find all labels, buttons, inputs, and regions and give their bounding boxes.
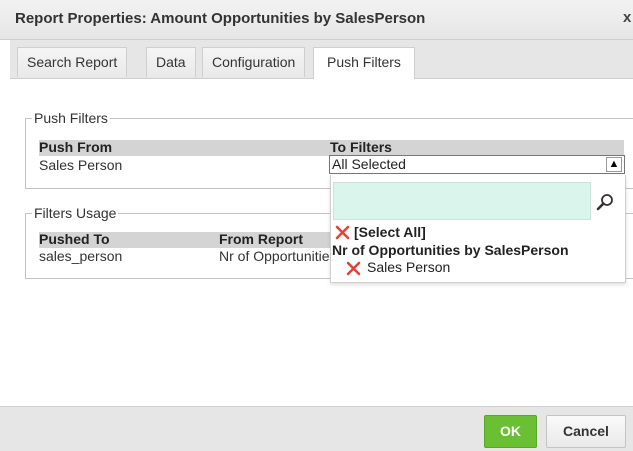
dialog-titlebar: Report Properties: Amount Opportunities … [0, 0, 633, 40]
push-filters-legend: Push Filters [32, 110, 110, 126]
deselect-x-icon[interactable] [346, 261, 361, 276]
filters-usage-header-row: Pushed To From Report [39, 231, 331, 248]
push-filters-header-row: Push From To Filters [39, 139, 624, 156]
tab-push-filters[interactable]: Push Filters [313, 47, 415, 79]
select-all-option[interactable]: [Select All] [354, 224, 426, 240]
search-icon[interactable] [594, 192, 616, 214]
ok-button[interactable]: OK [484, 415, 537, 448]
header-to-filters: To Filters [330, 139, 392, 155]
tab-configuration[interactable]: Configuration [202, 47, 306, 77]
report-properties-dialog: Report Properties: Amount Opportunities … [0, 0, 633, 451]
triangle-up-icon[interactable]: ▲ [606, 157, 622, 172]
filter-search-input[interactable] [333, 182, 591, 220]
dialog-footer: OK Cancel [0, 406, 633, 451]
header-pushed-to: Pushed To [39, 231, 110, 247]
sales-person-option[interactable]: Sales Person [367, 259, 450, 275]
tab-data[interactable]: Data [146, 47, 196, 77]
tab-strip: Search Report Data Configuration Push Fi… [10, 40, 633, 79]
push-from-value: Sales Person [39, 157, 123, 173]
dropdown-group-label: Nr of Opportunities by SalesPerson [332, 242, 569, 258]
header-push-from: Push From [39, 139, 113, 155]
header-from-report: From Report [219, 231, 303, 247]
tab-search-report[interactable]: Search Report [17, 47, 128, 77]
pushed-to-value: sales_person [39, 248, 123, 264]
to-filters-dropdown: [Select All] Nr of Opportunities by Sale… [330, 175, 626, 283]
close-icon[interactable]: x [623, 9, 631, 26]
to-filters-select[interactable]: All Selected ▲ [329, 155, 625, 174]
deselect-x-icon[interactable] [335, 225, 350, 240]
filters-usage-legend: Filters Usage [32, 205, 119, 221]
from-report-value: Nr of Opportunities by SalesPerson [219, 248, 330, 264]
cancel-button[interactable]: Cancel [546, 415, 626, 448]
dialog-title: Report Properties: Amount Opportunities … [15, 10, 426, 27]
to-filters-selected-value: All Selected [332, 156, 406, 172]
